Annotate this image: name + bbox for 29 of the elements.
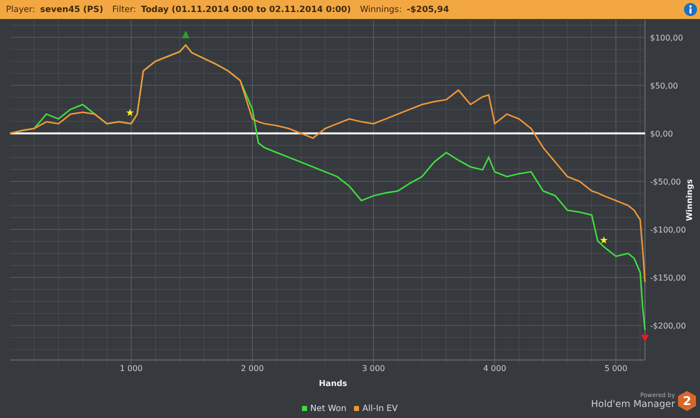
y-tick-label: $100,00	[650, 33, 684, 42]
field-value: -$205,94	[406, 4, 449, 14]
chart-marker: ▲	[182, 29, 190, 40]
x-tick-label: 3 000	[362, 364, 385, 373]
logo-badge: 2	[678, 391, 696, 411]
legend-label: Net Won	[310, 404, 346, 414]
field-value: seven45 (PS)	[40, 4, 104, 14]
product-name: Hold'em Manager	[591, 399, 675, 410]
y-tick-label: $0,00	[650, 129, 673, 138]
y-tick-label: -$150,00	[650, 273, 686, 282]
field-value: Today (01.11.2014 0:00 to 02.11.2014 0:00)	[141, 4, 351, 14]
x-tick-label: 1 000	[120, 364, 143, 373]
y-tick-label: -$50,00	[650, 177, 681, 186]
field-label: Player:	[6, 4, 36, 14]
x-tick-label: 4 000	[483, 364, 506, 373]
legend-label: All-In EV	[362, 404, 398, 414]
y-tick-label: -$200,00	[650, 321, 686, 330]
chart-marker: ★	[125, 108, 134, 119]
x-tick-label: 2 000	[240, 364, 264, 373]
field-label: Winnings:	[360, 4, 402, 14]
y-tick-label: $50,00	[650, 81, 678, 90]
chart-marker: ▼	[641, 333, 649, 344]
chart-marker: ★	[599, 236, 608, 247]
y-tick-label: -$100,00	[650, 225, 686, 234]
x-axis-title: Hands	[318, 379, 348, 388]
info-icon[interactable]	[684, 3, 697, 16]
field-label: Filter:	[112, 4, 136, 14]
x-tick-label: 5 000	[604, 364, 628, 373]
y-axis-title: Winnings	[685, 179, 694, 221]
